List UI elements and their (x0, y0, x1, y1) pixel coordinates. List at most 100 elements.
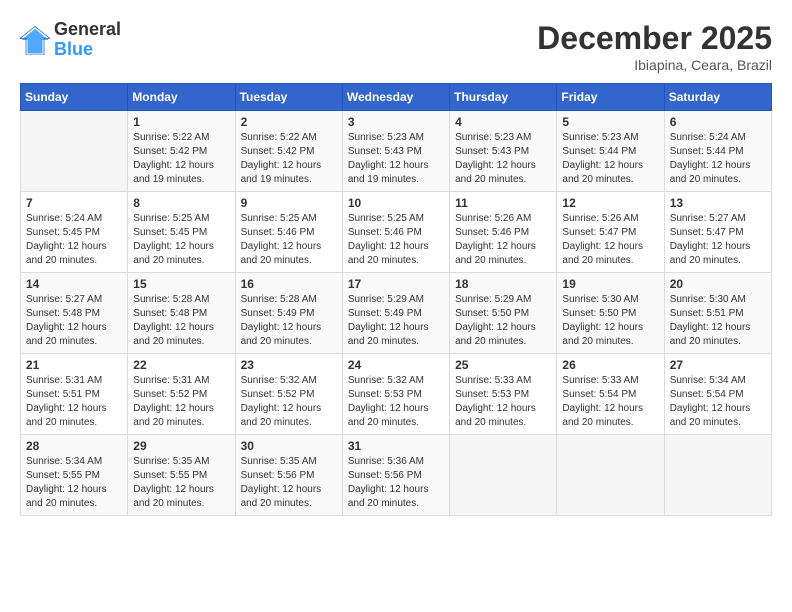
calendar-cell: 18 Sunrise: 5:29 AM Sunset: 5:50 PM Dayli… (450, 273, 557, 354)
day-number: 11 (455, 196, 551, 210)
calendar-cell: 23 Sunrise: 5:32 AM Sunset: 5:52 PM Dayli… (235, 354, 342, 435)
day-info: Sunrise: 5:23 AM Sunset: 5:43 PM Dayligh… (455, 131, 551, 187)
day-number: 1 (133, 115, 229, 129)
day-of-week-header: Friday (557, 84, 664, 111)
day-info: Sunrise: 5:32 AM Sunset: 5:53 PM Dayligh… (348, 374, 444, 430)
calendar-cell: 2 Sunrise: 5:22 AM Sunset: 5:42 PM Daylig… (235, 111, 342, 192)
logo-icon (20, 25, 50, 55)
day-info: Sunrise: 5:22 AM Sunset: 5:42 PM Dayligh… (241, 131, 337, 187)
calendar-cell: 7Sunrise: 5:24 AM Sunset: 5:45 PM Daylig… (21, 192, 128, 273)
day-number: 2 (241, 115, 337, 129)
day-number: 24 (348, 358, 444, 372)
calendar-cell: 19 Sunrise: 5:30 AM Sunset: 5:50 PM Dayli… (557, 273, 664, 354)
calendar-cell: 25Sunrise: 5:33 AM Sunset: 5:53 PM Dayli… (450, 354, 557, 435)
calendar-cell: 12Sunrise: 5:26 AM Sunset: 5:47 PM Dayli… (557, 192, 664, 273)
calendar-cell: 8Sunrise: 5:25 AM Sunset: 5:45 PM Daylig… (128, 192, 235, 273)
day-info: Sunrise: 5:27 AM Sunset: 5:48 PM Dayligh… (26, 293, 122, 349)
day-number: 23 (241, 358, 337, 372)
day-of-week-header: Saturday (664, 84, 771, 111)
day-number: 22 (133, 358, 229, 372)
day-number: 27 (670, 358, 766, 372)
calendar-week-row: 14 Sunrise: 5:27 AM Sunset: 5:48 PM Dayli… (21, 273, 772, 354)
day-number: 8 (133, 196, 229, 210)
calendar-cell: 9Sunrise: 5:25 AM Sunset: 5:46 PM Daylig… (235, 192, 342, 273)
calendar-cell: 5 Sunrise: 5:23 AM Sunset: 5:44 PM Daylig… (557, 111, 664, 192)
title-area: December 2025 Ibiapina, Ceara, Brazil (537, 20, 772, 73)
calendar-table: SundayMondayTuesdayWednesdayThursdayFrid… (20, 83, 772, 516)
day-number: 4 (455, 115, 551, 129)
calendar-cell: 31Sunrise: 5:36 AM Sunset: 5:56 PM Dayli… (342, 435, 449, 516)
day-info: Sunrise: 5:27 AM Sunset: 5:47 PM Dayligh… (670, 212, 766, 268)
day-info: Sunrise: 5:25 AM Sunset: 5:46 PM Dayligh… (241, 212, 337, 268)
calendar-week-row: 21 Sunrise: 5:31 AM Sunset: 5:51 PM Dayli… (21, 354, 772, 435)
calendar-cell: 14 Sunrise: 5:27 AM Sunset: 5:48 PM Dayli… (21, 273, 128, 354)
day-info: Sunrise: 5:28 AM Sunset: 5:48 PM Dayligh… (133, 293, 229, 349)
day-info: Sunrise: 5:31 AM Sunset: 5:51 PM Dayligh… (26, 374, 122, 430)
day-info: Sunrise: 5:31 AM Sunset: 5:52 PM Dayligh… (133, 374, 229, 430)
day-number: 20 (670, 277, 766, 291)
calendar-cell: 1 Sunrise: 5:22 AM Sunset: 5:42 PM Daylig… (128, 111, 235, 192)
day-info: Sunrise: 5:24 AM Sunset: 5:44 PM Dayligh… (670, 131, 766, 187)
day-of-week-header: Sunday (21, 84, 128, 111)
calendar-cell: 24 Sunrise: 5:32 AM Sunset: 5:53 PM Dayli… (342, 354, 449, 435)
day-info: Sunrise: 5:26 AM Sunset: 5:47 PM Dayligh… (562, 212, 658, 268)
calendar-cell: 20 Sunrise: 5:30 AM Sunset: 5:51 PM Dayli… (664, 273, 771, 354)
logo: General Blue (20, 20, 121, 60)
calendar-cell: 4 Sunrise: 5:23 AM Sunset: 5:43 PM Daylig… (450, 111, 557, 192)
calendar-cell: 13 Sunrise: 5:27 AM Sunset: 5:47 PM Dayli… (664, 192, 771, 273)
day-number: 21 (26, 358, 122, 372)
day-number: 17 (348, 277, 444, 291)
day-number: 13 (670, 196, 766, 210)
day-number: 5 (562, 115, 658, 129)
calendar-cell: 10 Sunrise: 5:25 AM Sunset: 5:46 PM Dayli… (342, 192, 449, 273)
day-info: Sunrise: 5:30 AM Sunset: 5:51 PM Dayligh… (670, 293, 766, 349)
logo-text: General Blue (54, 20, 121, 60)
calendar-header-row: SundayMondayTuesdayWednesdayThursdayFrid… (21, 84, 772, 111)
day-info: Sunrise: 5:30 AM Sunset: 5:50 PM Dayligh… (562, 293, 658, 349)
day-number: 16 (241, 277, 337, 291)
day-info: Sunrise: 5:23 AM Sunset: 5:43 PM Dayligh… (348, 131, 444, 187)
day-number: 19 (562, 277, 658, 291)
page-header: General Blue December 2025 Ibiapina, Cea… (20, 20, 772, 73)
calendar-cell: 15 Sunrise: 5:28 AM Sunset: 5:48 PM Dayli… (128, 273, 235, 354)
calendar-cell: 16 Sunrise: 5:28 AM Sunset: 5:49 PM Dayli… (235, 273, 342, 354)
day-number: 7 (26, 196, 122, 210)
day-number: 29 (133, 439, 229, 453)
day-number: 30 (241, 439, 337, 453)
day-number: 31 (348, 439, 444, 453)
day-number: 26 (562, 358, 658, 372)
day-number: 28 (26, 439, 122, 453)
day-info: Sunrise: 5:29 AM Sunset: 5:50 PM Dayligh… (455, 293, 551, 349)
day-info: Sunrise: 5:26 AM Sunset: 5:46 PM Dayligh… (455, 212, 551, 268)
day-info: Sunrise: 5:34 AM Sunset: 5:55 PM Dayligh… (26, 455, 122, 511)
calendar-cell: 30 Sunrise: 5:35 AM Sunset: 5:56 PM Dayli… (235, 435, 342, 516)
calendar-cell: 27 Sunrise: 5:34 AM Sunset: 5:54 PM Dayli… (664, 354, 771, 435)
day-info: Sunrise: 5:23 AM Sunset: 5:44 PM Dayligh… (562, 131, 658, 187)
calendar-week-row: 1 Sunrise: 5:22 AM Sunset: 5:42 PM Daylig… (21, 111, 772, 192)
day-info: Sunrise: 5:22 AM Sunset: 5:42 PM Dayligh… (133, 131, 229, 187)
day-number: 10 (348, 196, 444, 210)
calendar-cell: 17 Sunrise: 5:29 AM Sunset: 5:49 PM Dayli… (342, 273, 449, 354)
calendar-cell: 21 Sunrise: 5:31 AM Sunset: 5:51 PM Dayli… (21, 354, 128, 435)
calendar-cell: 22 Sunrise: 5:31 AM Sunset: 5:52 PM Dayli… (128, 354, 235, 435)
day-number: 14 (26, 277, 122, 291)
day-of-week-header: Wednesday (342, 84, 449, 111)
day-info: Sunrise: 5:25 AM Sunset: 5:46 PM Dayligh… (348, 212, 444, 268)
calendar-cell: 28 Sunrise: 5:34 AM Sunset: 5:55 PM Dayli… (21, 435, 128, 516)
day-number: 15 (133, 277, 229, 291)
day-info: Sunrise: 5:29 AM Sunset: 5:49 PM Dayligh… (348, 293, 444, 349)
day-info: Sunrise: 5:32 AM Sunset: 5:52 PM Dayligh… (241, 374, 337, 430)
calendar-cell: 3Sunrise: 5:23 AM Sunset: 5:43 PM Daylig… (342, 111, 449, 192)
day-info: Sunrise: 5:35 AM Sunset: 5:56 PM Dayligh… (241, 455, 337, 511)
day-number: 18 (455, 277, 551, 291)
day-info: Sunrise: 5:34 AM Sunset: 5:54 PM Dayligh… (670, 374, 766, 430)
calendar-cell (557, 435, 664, 516)
calendar-week-row: 7Sunrise: 5:24 AM Sunset: 5:45 PM Daylig… (21, 192, 772, 273)
calendar-cell (21, 111, 128, 192)
calendar-cell: 6Sunrise: 5:24 AM Sunset: 5:44 PM Daylig… (664, 111, 771, 192)
calendar-body: 1 Sunrise: 5:22 AM Sunset: 5:42 PM Daylig… (21, 111, 772, 516)
calendar-cell (450, 435, 557, 516)
day-info: Sunrise: 5:28 AM Sunset: 5:49 PM Dayligh… (241, 293, 337, 349)
day-info: Sunrise: 5:33 AM Sunset: 5:54 PM Dayligh… (562, 374, 658, 430)
calendar-cell: 26 Sunrise: 5:33 AM Sunset: 5:54 PM Dayli… (557, 354, 664, 435)
